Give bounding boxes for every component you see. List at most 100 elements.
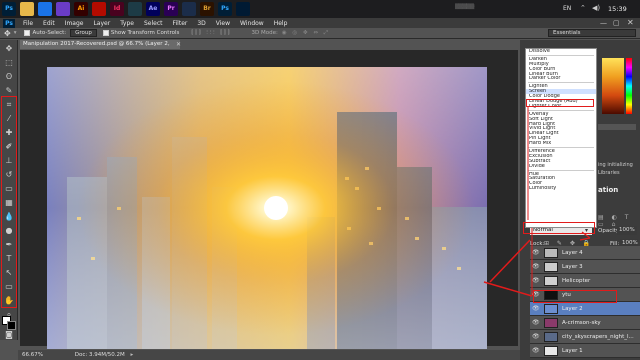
illustrator-app-icon[interactable]: Ai	[74, 2, 88, 16]
move-tool-icon[interactable]: ✥	[4, 44, 14, 54]
acrobat-app-icon[interactable]	[92, 2, 106, 16]
layer-thumbnail[interactable]	[544, 346, 558, 356]
3d-mode-label: 3D Mode:	[251, 30, 278, 36]
layer-thumbnail[interactable]	[544, 276, 558, 286]
system-clock[interactable]: 15:39	[608, 5, 627, 13]
eye-icon[interactable]: 👁	[532, 263, 540, 271]
minimize-icon[interactable]: —	[600, 19, 607, 27]
photoshop-app-icon[interactable]: Ps	[2, 2, 16, 16]
audition-app-icon[interactable]	[128, 2, 142, 16]
layer-name[interactable]: Layer 1	[562, 344, 583, 358]
menu-file[interactable]: File	[18, 20, 38, 27]
layer-thumbnail[interactable]	[544, 318, 558, 328]
quick-mask-icon[interactable]: ◙	[4, 330, 14, 340]
layer-row[interactable]: 👁 Layer 4	[530, 246, 640, 260]
layer-row[interactable]: 👁 A-crimson-sky	[530, 316, 640, 330]
menu-bar: Ps File Edit Image Layer Type Select Filter 3D V…	[0, 18, 640, 28]
quick-select-tool-icon[interactable]: ✎	[4, 86, 14, 96]
maximize-icon[interactable]: ▢	[613, 19, 620, 27]
zoom-level[interactable]: 66.67%	[22, 352, 43, 358]
menu-help[interactable]: Help	[269, 20, 293, 27]
layer-name[interactable]: A-crimson-sky	[562, 316, 601, 330]
eye-icon[interactable]: 👁	[532, 249, 540, 257]
menu-type[interactable]: Type	[115, 20, 139, 27]
color-picker-field[interactable]	[602, 58, 624, 114]
workspace-switcher[interactable]: Essentials	[548, 29, 636, 37]
layer-thumbnail[interactable]	[544, 332, 558, 342]
blend-mode-dropdown[interactable]: Dissolve Darken Multiply Color Burn Linear B…	[525, 48, 597, 228]
menu-separator	[528, 109, 594, 111]
indesign-app-icon[interactable]: Id	[110, 2, 124, 16]
artwork-image[interactable]	[47, 67, 487, 349]
layer-row[interactable]: 👁 Layer 2	[530, 302, 640, 316]
menu-edit[interactable]: Edit	[38, 20, 60, 27]
background-color-swatch[interactable]	[7, 321, 16, 330]
lightroom-app-icon[interactable]	[236, 2, 250, 16]
blend-mode-option[interactable]: Luminosity	[526, 186, 596, 191]
media-app-icon[interactable]	[56, 2, 70, 16]
document-tab[interactable]: Manipulation 2017-Recovered.psd @ 66.7% …	[20, 40, 180, 56]
menu-filter[interactable]: Filter	[168, 20, 193, 27]
move-tool-icon[interactable]: ✥	[4, 29, 11, 38]
eye-icon[interactable]: 👁	[532, 277, 540, 285]
menu-3d[interactable]: 3D	[192, 20, 210, 27]
marquee-tool-icon[interactable]: ⬚	[4, 58, 14, 68]
menu-separator	[528, 147, 594, 149]
chevron-right-icon[interactable]: ▸	[131, 352, 134, 358]
layer-row[interactable]: 👁 Helicopter	[530, 274, 640, 288]
menu-select[interactable]: Select	[139, 20, 168, 27]
blend-mode-option[interactable]: Divide	[526, 164, 596, 169]
photoshop-logo: Ps	[3, 18, 15, 28]
eye-icon[interactable]: 👁	[532, 305, 540, 313]
layer-name[interactable]: city_skyscrapers_night_l...	[562, 330, 634, 344]
close-document-icon[interactable]: ✕	[176, 41, 181, 48]
menu-window[interactable]: Window	[235, 20, 269, 27]
menu-image[interactable]: Image	[60, 20, 89, 27]
eye-icon[interactable]: 👁	[532, 333, 540, 341]
annotation-box-blend	[523, 222, 595, 234]
eye-icon[interactable]: 👁	[532, 347, 540, 355]
layer-thumbnail[interactable]	[544, 248, 558, 258]
opacity-field[interactable]: 100%	[617, 226, 637, 235]
speaker-icon[interactable]: ◀)	[592, 4, 600, 12]
blend-mode-option[interactable]: Hard Mix	[526, 141, 596, 146]
folder-app-icon[interactable]	[20, 2, 34, 16]
layer-thumbnail[interactable]	[544, 304, 558, 314]
layer-row[interactable]: 👁 city_skyscrapers_night_l...	[530, 330, 640, 344]
show-transform-checkbox[interactable]	[102, 30, 109, 36]
blend-mode-option[interactable]: Dissolve	[526, 49, 596, 54]
layer-thumbnail[interactable]	[544, 262, 558, 272]
hue-slider[interactable]	[626, 58, 632, 114]
bridge-app-icon[interactable]: Br	[200, 2, 214, 16]
annotation-box-screen	[526, 99, 594, 107]
lasso-tool-icon[interactable]: ʘ	[4, 72, 14, 82]
aftereffects-app-icon[interactable]: Ae	[146, 2, 160, 16]
layer-name[interactable]: Layer 3	[562, 260, 583, 274]
menu-items: File Edit Image Layer Type Select Filter 3D View…	[18, 20, 292, 27]
eye-icon[interactable]: 👁	[532, 319, 540, 327]
chrome-app-icon[interactable]	[38, 2, 52, 16]
auto-select-checkbox[interactable]	[24, 30, 31, 36]
align-buttons[interactable]: ⫿⫿⫿ ⫶⫶⫶ ⫿⫿⫿	[191, 30, 231, 37]
layer-name[interactable]: Layer 4	[562, 246, 583, 260]
auto-select-dropdown[interactable]: Group	[70, 29, 97, 37]
menu-separator	[528, 82, 594, 84]
layer-row[interactable]: 👁 Layer 1	[530, 344, 640, 358]
menu-layer[interactable]: Layer	[88, 20, 115, 27]
annotation-box-layer	[533, 290, 617, 303]
chevron-down-icon[interactable]: ▾	[14, 30, 17, 36]
libraries-status-line2: Libraries	[598, 170, 620, 176]
premiere-app-icon[interactable]: Pr	[164, 2, 178, 16]
chevron-up-icon[interactable]: ⌃	[580, 4, 586, 12]
media-encoder-app-icon[interactable]	[182, 2, 196, 16]
layer-name[interactable]: Helicopter	[562, 274, 590, 288]
photoshop-app-icon-2[interactable]: Ps	[218, 2, 232, 16]
3d-mode-buttons[interactable]: ◉ ◎ ✥ ⇔ ⤢	[282, 30, 330, 37]
blend-mode-option[interactable]: Darker Color	[526, 76, 596, 81]
close-icon[interactable]: ✕	[627, 18, 634, 27]
menu-view[interactable]: View	[211, 20, 235, 27]
layer-row[interactable]: 👁 Layer 3	[530, 260, 640, 274]
language-indicator[interactable]: EN	[563, 5, 571, 12]
menu-separator	[528, 54, 594, 56]
layer-name[interactable]: Layer 2	[562, 302, 583, 316]
